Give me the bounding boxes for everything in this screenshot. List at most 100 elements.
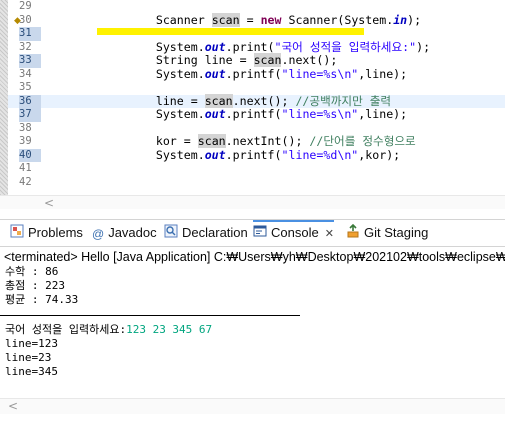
code-token: scan xyxy=(197,134,226,148)
code-line[interactable]: 34 System.out.printf("line=%s\n",line); xyxy=(8,66,505,82)
problems-icon xyxy=(10,221,24,247)
tab-problems[interactable]: Problems xyxy=(10,220,83,246)
code-token: System. xyxy=(100,66,205,81)
code-token: .nextInt(); xyxy=(225,134,310,148)
code-line[interactable]: 31 xyxy=(8,27,505,41)
tab-label: Declaration xyxy=(182,225,248,240)
tab-label: Problems xyxy=(28,225,83,240)
code-token: ,line); xyxy=(358,66,408,81)
tab-declaration[interactable]: Declaration xyxy=(164,220,248,246)
code-token: out xyxy=(204,147,226,162)
code-token: ,kor); xyxy=(358,147,401,162)
console-horizontal-scrollbar[interactable]: < xyxy=(0,398,505,414)
line-number: 38 xyxy=(19,121,32,134)
code-text: kor = scan.nextInt(); //단어를 정수형으로 xyxy=(100,134,416,149)
code-token: scan xyxy=(253,53,282,67)
code-line[interactable]: 39 kor = scan.nextInt(); //단어를 정수형으로 xyxy=(8,134,505,149)
code-token: out xyxy=(204,66,226,81)
line-number: 41 xyxy=(19,162,32,174)
javadoc-icon: @ xyxy=(92,226,105,241)
code-text: System.out.printf("line=%d\n",kor); xyxy=(100,147,401,163)
tab-console[interactable]: Console ✕ xyxy=(253,220,334,246)
code-line[interactable]: 41 xyxy=(8,162,505,176)
code-token: .printf( xyxy=(225,66,282,81)
code-line[interactable]: 33 String line = scan.next(); xyxy=(8,53,505,68)
line-number: 36 xyxy=(19,94,41,108)
tab-javadoc[interactable]: @ Javadoc xyxy=(92,220,157,246)
code-token: .printf( xyxy=(225,107,282,121)
code-token: scan xyxy=(211,12,240,27)
code-token: in xyxy=(393,12,408,27)
close-icon[interactable]: ✕ xyxy=(325,228,334,240)
line-number: 40 xyxy=(19,148,41,162)
code-token: //단어를 정수형으로 xyxy=(309,134,416,148)
code-line[interactable]: 42 xyxy=(8,176,505,190)
code-token: "국어 성적을 입력하세요:" xyxy=(274,39,417,54)
scroll-left-arrow-icon[interactable]: < xyxy=(8,399,18,413)
console-output-line: 평균 : 74.33 xyxy=(5,293,79,306)
declaration-icon xyxy=(164,221,178,247)
code-text: System.out.print("국어 성적을 입력하세요:"); xyxy=(100,39,430,55)
code-line[interactable]: 40 System.out.printf("line=%d\n",kor); xyxy=(8,147,505,163)
code-token: new xyxy=(260,12,282,27)
warning-lightbulb-icon[interactable]: ◆ xyxy=(14,15,21,29)
tab-git-staging[interactable]: Git Staging xyxy=(346,220,428,246)
code-line[interactable]: 37 System.out.printf("line=%s\n",line); xyxy=(8,107,505,122)
line-number: 35 xyxy=(19,81,32,93)
console-output-line: 수학 : 86 xyxy=(5,265,59,278)
code-token: ); xyxy=(407,12,422,27)
scroll-left-arrow-icon[interactable]: < xyxy=(44,196,54,210)
code-text: System.out.printf("line=%s\n",line); xyxy=(100,66,408,82)
console-separator xyxy=(0,315,300,316)
code-token: out xyxy=(204,39,226,54)
tab-label: Git Staging xyxy=(364,225,429,240)
code-token: out xyxy=(204,107,226,121)
code-token: "line=%d\n" xyxy=(281,147,359,162)
line-number: 30 xyxy=(19,13,32,26)
code-text: line = scan.next(); //공백까지만 출력 xyxy=(100,93,392,109)
code-text: System.out.printf("line=%s\n",line); xyxy=(100,107,407,122)
code-line[interactable]: 36 line = scan.next(); //공백까지만 출력 xyxy=(8,93,505,109)
code-token: System. xyxy=(100,39,205,54)
code-token: scan xyxy=(204,93,233,108)
code-line[interactable]: 38 xyxy=(8,122,505,136)
line-number: 29 xyxy=(19,0,32,12)
git-staging-icon xyxy=(346,221,360,247)
code-token: kor = xyxy=(100,134,198,148)
code-token: String line = xyxy=(100,53,254,67)
code-line[interactable]: 30 Scanner scan = new Scanner(System.in)… xyxy=(8,12,505,29)
line-number: 39 xyxy=(19,135,32,147)
code-token: .next(); xyxy=(281,53,338,67)
console-output-line: line=345 xyxy=(5,365,58,378)
editor-left-ruler xyxy=(0,0,8,195)
code-line[interactable]: 35 xyxy=(8,81,505,95)
console-output-line: 총점 : 223 xyxy=(5,279,65,292)
line-number: 37 xyxy=(19,108,41,122)
console-output-line: line=123 xyxy=(5,337,58,350)
code-lines[interactable]: 29 30 Scanner scan = new Scanner(System.i… xyxy=(8,0,505,189)
code-token: = xyxy=(239,12,261,27)
line-number: 32 xyxy=(19,40,32,53)
code-line[interactable]: 29 xyxy=(8,0,505,14)
code-text: String line = scan.next(); xyxy=(100,53,338,68)
editor-horizontal-scrollbar[interactable]: < xyxy=(0,195,505,210)
console-icon xyxy=(253,223,267,245)
code-token: .next(); xyxy=(232,93,296,108)
code-text: Scanner scan = new Scanner(System.in); xyxy=(100,12,422,28)
code-editor[interactable]: 29 30 Scanner scan = new Scanner(System.i… xyxy=(0,0,505,195)
console-prompt: 국어 성적을 입력하세요: xyxy=(5,323,127,336)
code-line[interactable]: 32 System.out.print("국어 성적을 입력하세요:"); xyxy=(8,39,505,55)
code-token: System. xyxy=(100,107,205,121)
console-output[interactable]: 수학 : 86 총점 : 223 평균 : 74.33 국어 성적을 입력하세요… xyxy=(0,263,505,398)
code-token: Scanner(System. xyxy=(281,12,394,27)
line-number: 31 xyxy=(19,27,41,41)
bottom-panel-tab-bar: Problems @ Javadoc Declaration Console ✕ G… xyxy=(0,219,505,247)
code-token: //공백까지만 출력 xyxy=(295,93,392,108)
code-token: "line=%s\n" xyxy=(281,107,359,121)
console-user-input: 123 23 345 67 xyxy=(126,323,213,336)
code-token: .printf( xyxy=(225,147,282,162)
line-number: 34 xyxy=(19,67,32,80)
tab-label: Javadoc xyxy=(108,225,157,240)
code-token: .print( xyxy=(225,39,275,54)
